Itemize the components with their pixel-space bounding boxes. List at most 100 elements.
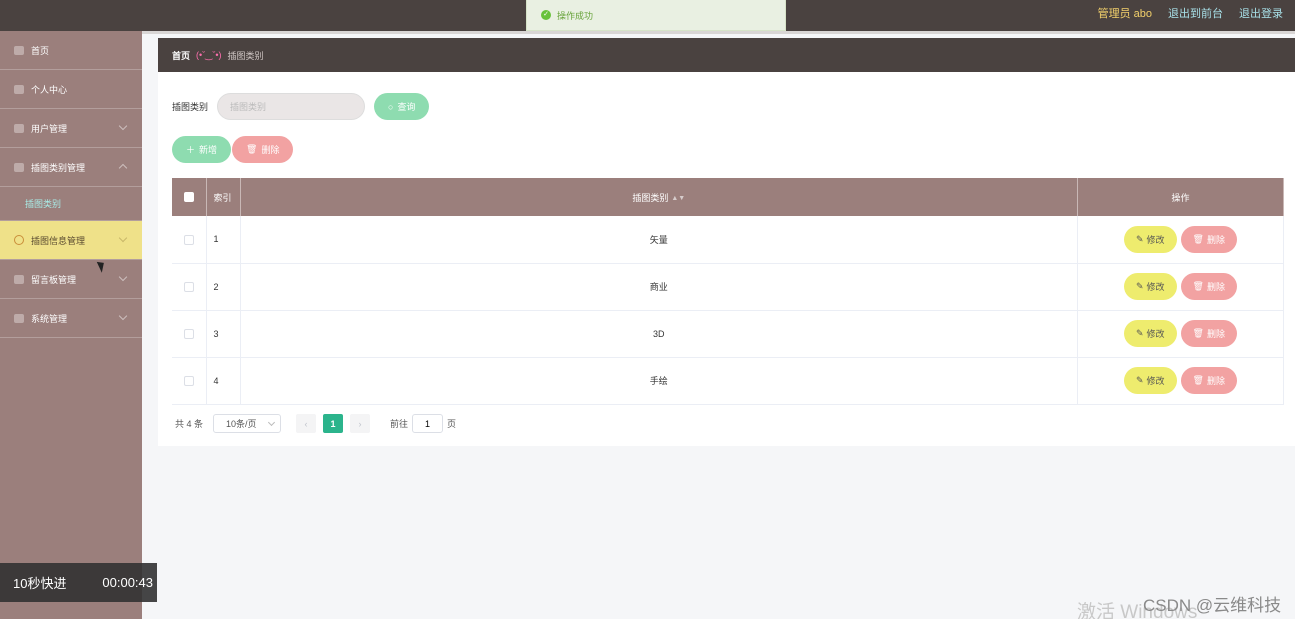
goto-label: 前往 <box>390 419 409 429</box>
delete-button-label: 删除 <box>1206 329 1225 339</box>
chevron-up-icon <box>118 163 128 173</box>
edit-button-label: 修改 <box>1146 282 1165 292</box>
row-index: 1 <box>206 216 241 264</box>
toast-message: 操作成功 <box>557 10 594 21</box>
breadcrumb-home[interactable]: 首页 <box>172 49 190 62</box>
row-checkbox-cell <box>172 216 207 264</box>
edit-icon: ✎ <box>1135 233 1144 244</box>
top-bar-divider <box>0 31 1295 34</box>
search-icon: ○ <box>388 101 394 112</box>
logout-link[interactable]: 退出登录 <box>1239 5 1283 21</box>
admin-label: 管理员 abo <box>1097 8 1152 20</box>
user-icon <box>14 84 24 94</box>
sidebar-item-profile[interactable]: 个人中心 <box>0 70 142 109</box>
home-icon <box>14 45 24 55</box>
sidebar-item-label: 用户管理 <box>31 123 68 134</box>
back-to-front-link[interactable]: 退出到前台 <box>1168 5 1223 21</box>
sidebar-item-label: 首页 <box>31 45 50 56</box>
sort-icon[interactable]: ▲▼ <box>671 195 685 202</box>
row-category-name: 矢量 <box>240 216 1078 264</box>
breadcrumb-current: 插图类别 <box>227 50 264 61</box>
delete-button[interactable]: 🗑 删除 <box>1180 273 1237 300</box>
header-ops: 操作 <box>1077 178 1284 216</box>
delete-button[interactable]: 🗑 删除 <box>1180 225 1237 253</box>
header-index: 索引 <box>206 178 241 216</box>
trash-icon: 🗑 <box>1192 375 1204 385</box>
page-size-value: 10条/页 <box>226 419 257 429</box>
chevron-down-icon <box>118 311 128 321</box>
edit-icon: ✎ <box>1135 281 1144 291</box>
row-checkbox[interactable] <box>183 234 194 245</box>
edit-button-label: 修改 <box>1146 234 1165 245</box>
sidebar-item-category-management[interactable]: 插图类别管理 <box>0 148 142 187</box>
header-name[interactable]: 插图类别 ▲▼ <box>240 178 1078 216</box>
select-all-checkbox[interactable] <box>183 192 194 203</box>
table-row: 3 3D ✎ 修改 🗑 删除 <box>172 310 1284 358</box>
sidebar-item-label: 个人中心 <box>31 84 68 95</box>
settings-icon <box>14 313 24 323</box>
sidebar-item-label: 系统管理 <box>31 313 68 324</box>
row-category-name: 手绘 <box>240 357 1078 405</box>
trash-icon: 🗑 <box>1192 328 1204 338</box>
edit-icon: ✎ <box>1135 328 1144 338</box>
breadcrumb-emoticon: (•ˇ‿ˇ•) <box>196 49 222 60</box>
row-actions: ✎ 修改 🗑 删除 <box>1077 310 1284 358</box>
row-checkbox-cell <box>172 310 207 358</box>
search-label: 插图类别 <box>172 102 209 112</box>
row-category-name: 商业 <box>240 263 1078 311</box>
edit-button-label: 修改 <box>1146 329 1165 339</box>
chevron-down-icon <box>118 272 128 282</box>
sidebar-item-home[interactable]: 首页 <box>0 31 142 70</box>
page-size-select[interactable]: 10条/页 <box>213 414 282 433</box>
row-checkbox[interactable] <box>183 281 194 292</box>
edit-button[interactable]: ✎ 修改 <box>1123 273 1177 300</box>
prev-page-button[interactable]: ‹ <box>296 414 317 433</box>
sidebar-item-message-board[interactable]: 留言板管理 <box>0 260 142 299</box>
page-number-current[interactable]: 1 <box>323 414 344 433</box>
users-icon <box>14 123 24 133</box>
row-checkbox-cell <box>172 263 207 311</box>
search-button[interactable]: ○ 查询 <box>374 93 430 120</box>
playback-overlay: 10秒快进 00:00:43 <box>0 563 157 602</box>
sidebar-item-users[interactable]: 用户管理 <box>0 109 142 148</box>
sidebar-item-label: 插图信息管理 <box>31 235 86 246</box>
next-page-button[interactable]: › <box>350 414 371 433</box>
trash-icon: 🗑 <box>1192 233 1204 244</box>
sidebar-item-system[interactable]: 系统管理 <box>0 299 142 338</box>
search-input[interactable] <box>217 93 366 120</box>
page-suffix: 页 <box>447 419 457 429</box>
batch-delete-button[interactable]: 🗑 删除 <box>232 136 294 163</box>
message-icon <box>14 274 24 284</box>
action-row: ＋ 新增 🗑 删除 <box>172 136 294 163</box>
row-index: 2 <box>206 263 241 311</box>
delete-button[interactable]: 🗑 删除 <box>1180 367 1237 394</box>
chevron-down-icon <box>118 233 128 243</box>
edit-button[interactable]: ✎ 修改 <box>1123 367 1177 394</box>
sidebar-item-illustration-management[interactable]: 插图信息管理 <box>0 221 142 260</box>
row-index: 4 <box>206 357 241 405</box>
pagination-total: 共 4 条 <box>175 419 204 429</box>
search-row: 插图类别 ○ 查询 <box>172 93 430 120</box>
csdn-watermark: CSDN @云维科技 <box>1143 596 1282 615</box>
edit-button[interactable]: ✎ 修改 <box>1123 320 1177 347</box>
edit-button[interactable]: ✎ 修改 <box>1123 225 1177 253</box>
goto-page-input[interactable] <box>412 414 444 433</box>
plus-icon: ＋ <box>186 145 196 155</box>
main-panel: 插图类别 ○ 查询 ＋ 新增 🗑 删除 索引 插图类别▲▼ 操作 <box>158 72 1295 446</box>
sidebar-subitem-category[interactable]: 插图类别 <box>0 187 142 221</box>
top-right-links: 管理员 abo 退出到前台 退出登录 <box>1098 5 1283 21</box>
category-table: 索引 插图类别 ▲▼ 操作 1 矢量 ✎ 修改 🗑 删除 2 商业 ✎ 修改 🗑 删除 3 3D ✎ 修改 🗑 删除… <box>172 178 1284 405</box>
row-checkbox[interactable] <box>183 375 194 386</box>
row-checkbox[interactable] <box>183 328 194 339</box>
edit-button-label: 修改 <box>1146 376 1165 386</box>
row-index: 3 <box>206 310 241 358</box>
add-button-label: 新增 <box>199 145 218 155</box>
header-name-label: 插图类别 <box>632 192 669 203</box>
power-icon <box>14 235 24 245</box>
chevron-down-icon <box>267 418 276 427</box>
add-button[interactable]: ＋ 新增 <box>172 136 232 163</box>
table-row: 1 矢量 ✎ 修改 🗑 删除 <box>172 216 1284 264</box>
delete-button[interactable]: 🗑 删除 <box>1180 320 1237 347</box>
table-row: 2 商业 ✎ 修改 🗑 删除 <box>172 263 1284 311</box>
row-category-name: 3D <box>240 310 1078 358</box>
